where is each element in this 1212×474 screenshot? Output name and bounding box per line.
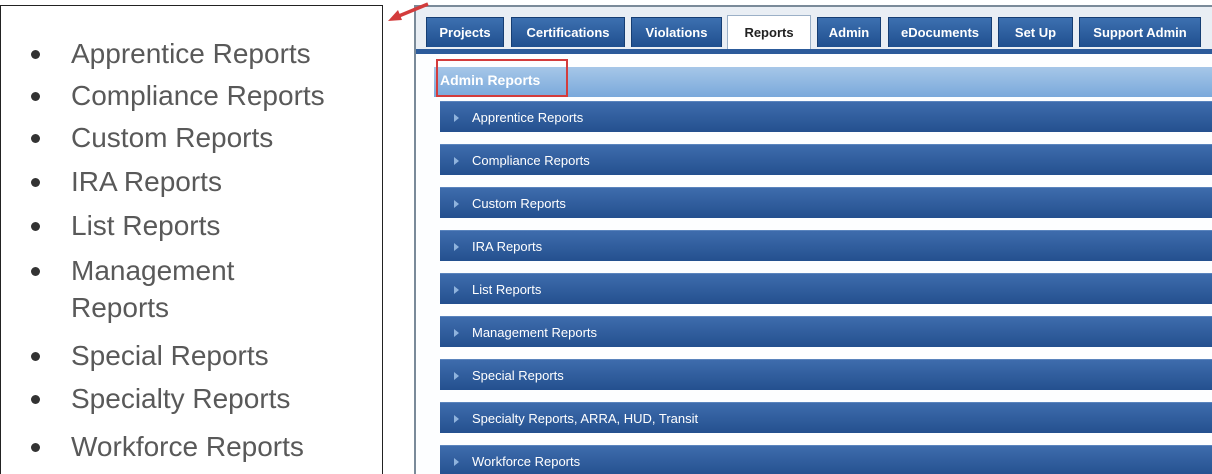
expand-arrow-icon bbox=[454, 286, 459, 294]
tab-certifications[interactable]: Certifications bbox=[511, 17, 625, 47]
list-item: Special Reports bbox=[31, 337, 269, 374]
bullet-icon bbox=[31, 395, 40, 404]
tab-admin[interactable]: Admin bbox=[817, 17, 881, 47]
list-item: Apprentice Reports bbox=[31, 35, 311, 72]
report-row-special[interactable]: Special Reports bbox=[440, 359, 1212, 390]
tab-edocuments[interactable]: eDocuments bbox=[888, 17, 992, 47]
highlight-annotation bbox=[436, 59, 568, 97]
list-item: List Reports bbox=[31, 207, 220, 244]
bullet-icon bbox=[31, 267, 40, 276]
tab-underline bbox=[416, 49, 1212, 54]
expand-arrow-icon bbox=[454, 157, 459, 165]
report-row-workforce[interactable]: Workforce Reports bbox=[440, 445, 1212, 474]
report-row-management[interactable]: Management Reports bbox=[440, 316, 1212, 347]
list-item: IRA Reports bbox=[31, 163, 222, 200]
report-row-specialty[interactable]: Specialty Reports, ARRA, HUD, Transit bbox=[440, 402, 1212, 433]
report-list-panel: Apprentice Reports Compliance Reports Cu… bbox=[0, 5, 383, 474]
bullet-icon bbox=[31, 92, 40, 101]
tab-bar: Projects Certifications Violations Repor… bbox=[416, 7, 1212, 49]
app-window: Projects Certifications Violations Repor… bbox=[414, 5, 1212, 474]
tab-reports[interactable]: Reports bbox=[727, 15, 811, 49]
bullet-icon bbox=[31, 352, 40, 361]
report-row-compliance[interactable]: Compliance Reports bbox=[440, 144, 1212, 175]
list-item: Management Reports bbox=[31, 252, 234, 326]
tab-violations[interactable]: Violations bbox=[631, 17, 722, 47]
bullet-icon bbox=[31, 443, 40, 452]
list-item: Compliance Reports bbox=[31, 77, 325, 114]
bullet-icon bbox=[31, 222, 40, 231]
expand-arrow-icon bbox=[454, 372, 459, 380]
bullet-icon bbox=[31, 178, 40, 187]
expand-arrow-icon bbox=[454, 200, 459, 208]
list-item: Workforce Reports bbox=[31, 428, 304, 465]
tab-support-admin[interactable]: Support Admin bbox=[1079, 17, 1201, 47]
bullet-icon bbox=[31, 134, 40, 143]
list-item: Custom Reports bbox=[31, 119, 273, 156]
expand-arrow-icon bbox=[454, 415, 459, 423]
expand-arrow-icon bbox=[454, 243, 459, 251]
tab-set-up[interactable]: Set Up bbox=[998, 17, 1073, 47]
report-row-ira[interactable]: IRA Reports bbox=[440, 230, 1212, 261]
bullet-icon bbox=[31, 50, 40, 59]
report-row-custom[interactable]: Custom Reports bbox=[440, 187, 1212, 218]
expand-arrow-icon bbox=[454, 458, 459, 466]
red-pointer-arrow-icon bbox=[388, 2, 429, 21]
expand-arrow-icon bbox=[454, 329, 459, 337]
report-row-apprentice[interactable]: Apprentice Reports bbox=[440, 101, 1212, 132]
expand-arrow-icon bbox=[454, 114, 459, 122]
list-item: Specialty Reports bbox=[31, 380, 290, 417]
report-row-list[interactable]: List Reports bbox=[440, 273, 1212, 304]
